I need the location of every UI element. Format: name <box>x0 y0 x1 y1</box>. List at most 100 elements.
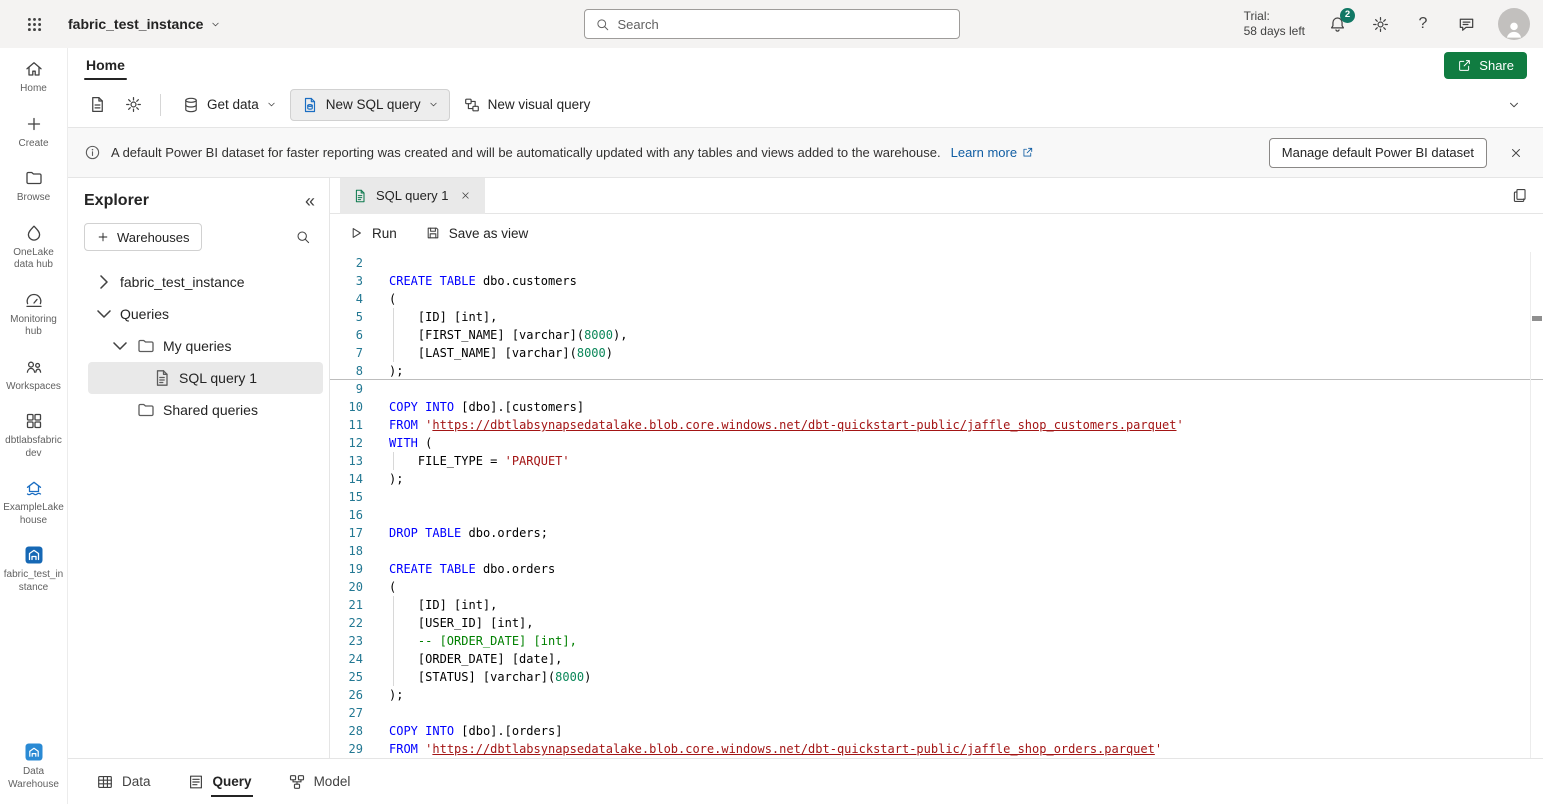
rail-item-fabric-test-instance[interactable]: fabric_test_instance <box>0 536 67 603</box>
rail-item-examplelakehouse[interactable]: ExampleLakehouse <box>0 469 67 536</box>
query-tab-label: SQL query 1 <box>376 188 449 203</box>
help-button[interactable]: ? <box>1412 13 1434 35</box>
tree-item-shared-queries[interactable]: Shared queries <box>88 394 323 426</box>
rail-item-home[interactable]: Home <box>0 50 67 105</box>
tree-item-my-queries[interactable]: My queries <box>88 330 323 362</box>
editor-scrollbar[interactable] <box>1530 252 1543 758</box>
code-token: INTO <box>425 400 454 414</box>
rail-item-label: OneLake data hub <box>3 247 65 272</box>
search-input[interactable] <box>618 17 949 32</box>
bottom-tab-query[interactable]: Query <box>173 759 266 804</box>
code-token: -- [ORDER_DATE] [int], <box>389 634 577 648</box>
new-sql-query-button[interactable]: New SQL query <box>290 89 450 121</box>
editor-line-27[interactable]: 27 <box>330 704 1543 722</box>
editor-line-21[interactable]: 21 [ID] [int], <box>330 596 1543 614</box>
learn-more-link[interactable]: Learn more <box>951 145 1034 160</box>
tree-item-label: SQL query 1 <box>179 370 257 386</box>
rail-item-data-warehouse[interactable]: Data Warehouse <box>0 733 67 800</box>
editor-line-29[interactable]: 29FROM 'https://dbtlabsynapsedatalake.bl… <box>330 740 1543 758</box>
editor-line-10[interactable]: 10COPY INTO [dbo].[customers] <box>330 398 1543 416</box>
code-line: ); <box>363 362 1543 379</box>
editor-line-20[interactable]: 20( <box>330 578 1543 596</box>
editor-line-11[interactable]: 11FROM 'https://dbtlabsynapsedatalake.bl… <box>330 416 1543 434</box>
rail-item-create[interactable]: Create <box>0 105 67 160</box>
save-as-view-button[interactable]: Save as view <box>425 225 529 241</box>
trial-status: Trial: 58 days left <box>1244 9 1305 39</box>
notification-badge: 2 <box>1340 8 1355 23</box>
new-visual-query-button[interactable]: New visual query <box>452 89 602 121</box>
new-report-button[interactable] <box>80 89 114 121</box>
editor-line-7[interactable]: 7 [LAST_NAME] [varchar](8000) <box>330 344 1543 362</box>
editor-line-12[interactable]: 12WITH ( <box>330 434 1543 452</box>
editor-line-3[interactable]: 3CREATE TABLE dbo.customers <box>330 272 1543 290</box>
banner-close-button[interactable] <box>1505 142 1527 164</box>
get-data-button[interactable]: Get data <box>171 89 288 121</box>
settings-button[interactable] <box>1369 13 1391 35</box>
overview-ruler-mark <box>1532 316 1542 321</box>
code-line: [LAST_NAME] [varchar](8000) <box>363 344 1543 362</box>
search-box[interactable] <box>584 9 960 39</box>
account-avatar[interactable] <box>1498 8 1530 40</box>
rail-item-onelake-data-hub[interactable]: OneLake data hub <box>0 214 67 281</box>
chevron-down-icon <box>210 19 221 30</box>
copy-button[interactable] <box>1507 184 1531 208</box>
tree-item-fabric-test-instance[interactable]: fabric_test_instance <box>88 266 323 298</box>
run-button[interactable]: Run <box>348 225 397 241</box>
editor-line-2[interactable]: 2 <box>330 254 1543 272</box>
feedback-button[interactable] <box>1455 13 1477 35</box>
line-number: 9 <box>330 380 363 398</box>
editor-line-15[interactable]: 15 <box>330 488 1543 506</box>
editor-line-18[interactable]: 18 <box>330 542 1543 560</box>
code-token: COPY <box>389 724 418 738</box>
editor-line-22[interactable]: 22 [USER_ID] [int], <box>330 614 1543 632</box>
app-launcher-button[interactable] <box>0 0 68 48</box>
editor-line-4[interactable]: 4( <box>330 290 1543 308</box>
editor-line-24[interactable]: 24 [ORDER_DATE] [date], <box>330 650 1543 668</box>
share-button[interactable]: Share <box>1444 52 1527 79</box>
editor-line-13[interactable]: 13 FILE_TYPE = 'PARQUET' <box>330 452 1543 470</box>
rail-item-workspaces[interactable]: Workspaces <box>0 348 67 403</box>
editor-line-5[interactable]: 5 [ID] [int], <box>330 308 1543 326</box>
tab-sql-query-1[interactable]: SQL query 1 <box>340 178 485 214</box>
editor-line-14[interactable]: 14); <box>330 470 1543 488</box>
explorer-search-button[interactable] <box>291 225 315 249</box>
chevron-right-icon[interactable] <box>92 271 116 293</box>
collapse-explorer-button[interactable]: « <box>305 192 315 210</box>
tree-item-queries[interactable]: Queries <box>88 298 323 330</box>
editor-line-28[interactable]: 28COPY INTO [dbo].[orders] <box>330 722 1543 740</box>
rail-item-monitoring-hub[interactable]: Monitoring hub <box>0 281 67 348</box>
bottom-tab-data[interactable]: Data <box>82 759 165 804</box>
rail-item-dbtlabsfabricdev[interactable]: dbtlabsfabricdev <box>0 402 67 469</box>
sql-document-icon <box>301 96 319 114</box>
editor-line-9[interactable]: 9 <box>330 380 1543 398</box>
tab-home[interactable]: Home <box>84 48 127 82</box>
tree-item-sql-query-1[interactable]: SQL query 1 <box>88 362 323 394</box>
editor-line-25[interactable]: 25 [STATUS] [varchar](8000) <box>330 668 1543 686</box>
editor-line-16[interactable]: 16 <box>330 506 1543 524</box>
editor-line-19[interactable]: 19CREATE TABLE dbo.orders <box>330 560 1543 578</box>
ribbon-settings-button[interactable] <box>116 89 150 121</box>
editor-line-8[interactable]: 8); <box>330 362 1543 380</box>
collapse-ribbon-button[interactable] <box>1497 89 1531 121</box>
editor-line-6[interactable]: 6 [FIRST_NAME] [varchar](8000), <box>330 326 1543 344</box>
add-warehouses-button[interactable]: Warehouses <box>84 223 202 251</box>
workspace-grid-icon <box>24 411 44 431</box>
editor-line-26[interactable]: 26); <box>330 686 1543 704</box>
code-token: WITH <box>389 436 418 450</box>
manage-dataset-button[interactable]: Manage default Power BI dataset <box>1269 138 1487 168</box>
sql-editor[interactable]: 23CREATE TABLE dbo.customers4(5 [ID] [in… <box>330 252 1543 758</box>
code-token: ); <box>389 688 403 702</box>
query-icon <box>187 773 205 791</box>
sql-file-icon <box>352 188 368 204</box>
editor-line-17[interactable]: 17DROP TABLE dbo.orders; <box>330 524 1543 542</box>
trial-remaining: 58 days left <box>1244 24 1305 39</box>
editor-line-23[interactable]: 23 -- [ORDER_DATE] [int], <box>330 632 1543 650</box>
rail-item-browse[interactable]: Browse <box>0 159 67 214</box>
line-number: 25 <box>330 668 363 686</box>
bottom-tab-model[interactable]: Model <box>274 759 365 804</box>
chevron-down-icon[interactable] <box>108 335 132 357</box>
close-tab-button[interactable] <box>457 187 475 205</box>
notifications-button[interactable]: 2 <box>1326 13 1348 35</box>
chevron-down-icon[interactable] <box>92 303 116 325</box>
workspace-switcher[interactable]: fabric_test_instance <box>68 16 221 32</box>
